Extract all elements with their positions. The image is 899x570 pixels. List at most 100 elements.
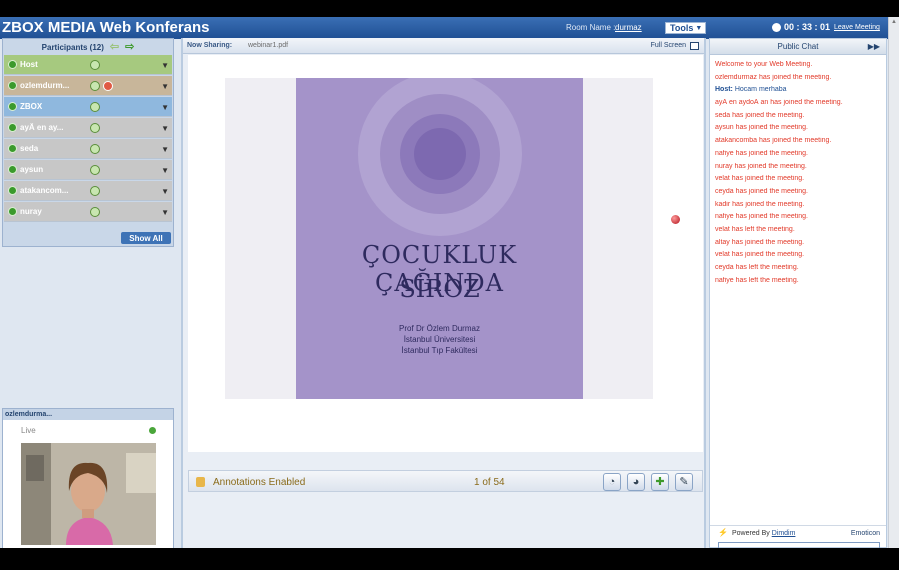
shared-content-area: Now Sharing: webinar1.pdf Full Screen ÇO…	[181, 38, 706, 548]
zoom-in-icon[interactable]: ◕	[627, 473, 645, 491]
chat-message: nuray has joined the meeting.	[715, 163, 881, 176]
microphone-icon[interactable]	[90, 80, 100, 91]
annotations-status: Annotations Enabled	[213, 477, 306, 488]
chat-message: nafiye has joined the meeting.	[715, 150, 881, 163]
chevron-down-icon[interactable]: ▼	[161, 61, 169, 70]
chat-message-text: atakancomba has joined the meeting.	[715, 137, 832, 145]
microphone-icon[interactable]	[90, 143, 100, 154]
participants-title: Participants (12)	[41, 42, 104, 52]
page-scrollbar[interactable]: ▲	[888, 17, 899, 548]
video-panel: ozlemdurma... Live	[2, 408, 174, 548]
chat-message-text: ceyda has joined the meeting.	[715, 187, 809, 195]
chat-message-text: aysun has joined the meeting.	[715, 124, 809, 132]
muted-icon[interactable]	[103, 80, 113, 91]
chat-message-text: nafiye has joined the meeting.	[715, 213, 809, 221]
leave-meeting-link[interactable]: Leave Meeting	[834, 24, 880, 31]
chat-message-text: altay has joined the meeting.	[715, 238, 805, 246]
chat-message: ayÃ en aydoÄ an has joined the meeting.	[715, 99, 881, 112]
slide-university-line: İstanbul Üniversitesi	[403, 335, 476, 344]
web-conference-app: ZBOX MEDIA Web Konferans Room Name : dur…	[0, 17, 899, 548]
chat-message: Host: Hocam merhaba	[715, 86, 881, 99]
participant-row[interactable]: atakancom... ▼	[4, 181, 172, 201]
dimdim-link[interactable]: Dimdim	[772, 530, 796, 537]
arrow-right-icon[interactable]: ⇨	[125, 42, 134, 53]
collapse-right-icon[interactable]: ▶▶	[868, 39, 880, 55]
slide-faculty-line: İstanbul Tıp Fakültesi	[401, 346, 478, 355]
participant-row[interactable]: ayÃ en ay... ▼	[4, 118, 172, 138]
chevron-down-icon[interactable]: ▼	[161, 145, 169, 154]
chevron-down-icon[interactable]: ▼	[161, 82, 169, 91]
full-screen-button[interactable]: Full Screen	[651, 42, 686, 49]
video-panel-title: ozlemdurma...	[3, 409, 173, 420]
participant-status-icon	[8, 207, 17, 216]
participant-row[interactable]: aysun ▼	[4, 160, 172, 180]
participant-status-icon	[8, 144, 17, 153]
powered-by: Powered By Dimdim	[732, 530, 795, 537]
full-screen-icon[interactable]	[690, 42, 699, 50]
scroll-up-icon[interactable]: ▲	[891, 19, 897, 25]
room-name-link[interactable]: durmaz	[615, 23, 642, 32]
tools-label: Tools	[670, 23, 694, 33]
microphone-icon[interactable]	[90, 101, 100, 112]
participant-row[interactable]: seda ▼	[4, 139, 172, 159]
participant-name: ayÃ en ay...	[20, 123, 64, 132]
participant-name: ZBOX	[20, 102, 43, 111]
arrow-left-icon[interactable]: ⇦	[110, 42, 119, 53]
annotation-toolbar: Annotations Enabled 1 of 54 ◔ ◕ ✚ ✎	[188, 470, 703, 492]
chevron-down-icon[interactable]: ▼	[161, 103, 169, 112]
chat-message: seda has joined the meeting.	[715, 112, 881, 125]
participant-status-icon	[8, 81, 17, 90]
chat-header: Public Chat ▶▶	[710, 39, 886, 55]
live-status-dot	[149, 427, 156, 434]
chevron-down-icon[interactable]: ▼	[161, 208, 169, 217]
pencil-icon[interactable]: ✎	[675, 473, 693, 491]
now-sharing-label: Now Sharing:	[187, 42, 233, 49]
powered-by-label: Powered By	[732, 530, 770, 537]
chat-message-text: Hocam merhaba	[732, 86, 787, 94]
page-counter: 1 of 54	[474, 477, 505, 488]
chat-input[interactable]	[718, 542, 880, 548]
participant-row[interactable]: Host ▼	[4, 55, 172, 75]
webcam-image	[21, 443, 156, 545]
microphone-icon[interactable]	[90, 206, 100, 217]
chat-message-text: nafiye has left the meeting.	[715, 276, 799, 284]
document-viewer[interactable]: ÇOCUKLUK ÇAĞINDA SİROZ Prof Dr Özlem Dur…	[188, 55, 703, 452]
tools-menu-button[interactable]: Tools ▼	[665, 22, 707, 34]
participant-row[interactable]: ZBOX ▼	[4, 97, 172, 117]
shared-file-name: webinar1.pdf	[248, 42, 289, 49]
zoom-out-icon[interactable]: ◔	[603, 473, 621, 491]
participants-header: Participants (12) ⇦ ⇨	[3, 39, 173, 55]
show-all-button[interactable]: Show All	[121, 232, 171, 244]
microphone-icon[interactable]	[90, 122, 100, 133]
lock-icon	[196, 477, 205, 487]
chevron-down-icon: ▼	[695, 24, 703, 32]
participant-status-icon	[8, 165, 17, 174]
participant-status-icon	[8, 60, 17, 69]
microphone-icon[interactable]	[90, 164, 100, 175]
chevron-down-icon[interactable]: ▼	[161, 124, 169, 133]
chat-message: kadir has joined the meeting.	[715, 201, 881, 214]
lightning-icon: ⚡	[718, 528, 728, 537]
participant-name: ozlemdurm...	[20, 81, 70, 90]
participant-status-icon	[8, 186, 17, 195]
emoticon-button[interactable]: Emoticon	[851, 530, 880, 537]
microphone-icon[interactable]	[90, 185, 100, 196]
chat-message-text: nuray has joined the meeting.	[715, 162, 807, 170]
microphone-icon[interactable]	[90, 59, 100, 70]
chat-message-text: nafiye has joined the meeting.	[715, 149, 809, 157]
chevron-down-icon[interactable]: ▼	[161, 187, 169, 196]
chat-message-text: Welcome to your Web Meeting.	[715, 61, 813, 68]
participant-row[interactable]: ozlemdurm... ▼	[4, 76, 172, 96]
participant-name: atakancom...	[20, 186, 69, 195]
participants-list: Host ▼ ozlemdurm... ▼ ZBOX ▼ ayÃ en ay... ▼ seda…	[3, 55, 173, 222]
participant-name: nuray	[20, 207, 42, 216]
public-chat-panel: Public Chat ▶▶ Welcome to your Web Meeti…	[709, 38, 887, 548]
app-title: ZBOX MEDIA Web Konferans	[2, 19, 210, 36]
chat-message: ceyda has joined the meeting.	[715, 188, 881, 201]
move-icon[interactable]: ✚	[651, 473, 669, 491]
chat-message: nafiye has joined the meeting.	[715, 213, 881, 226]
chevron-down-icon[interactable]: ▼	[161, 166, 169, 175]
top-header: ZBOX MEDIA Web Konferans Room Name : dur…	[0, 17, 899, 39]
chat-message: altay has joined the meeting.	[715, 239, 881, 252]
participant-row[interactable]: nuray ▼	[4, 202, 172, 222]
